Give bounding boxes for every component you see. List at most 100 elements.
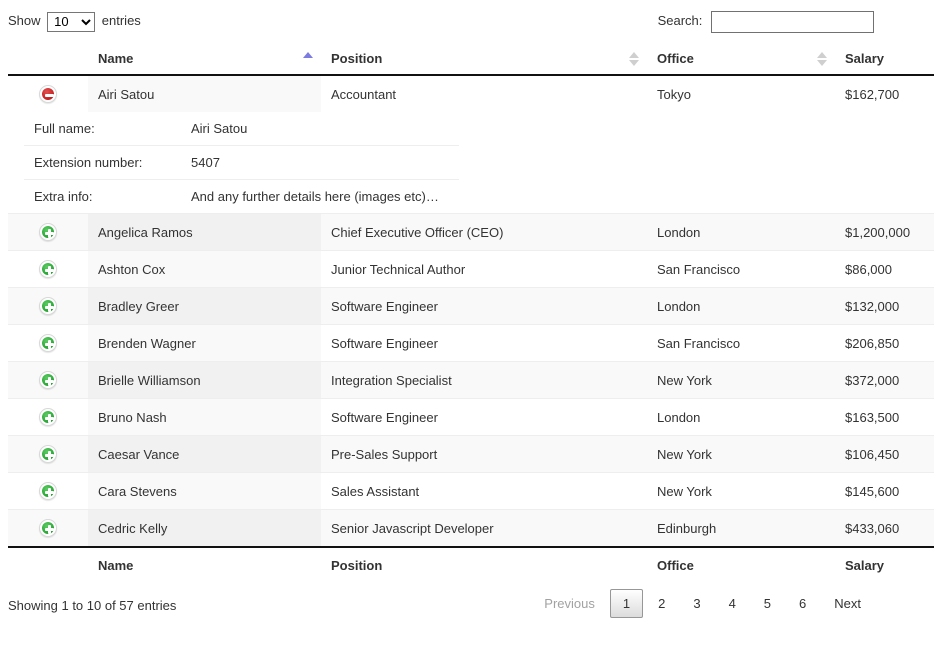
cell-office: New York [647, 435, 835, 472]
column-header-name-label: Name [98, 51, 134, 66]
cell-salary: $86,000 [835, 250, 934, 287]
footer-cell-control [8, 546, 88, 581]
footer-cell-office: Office [647, 546, 835, 581]
cell-office: Tokyo [647, 76, 835, 112]
row-expand-toggle[interactable] [8, 509, 88, 546]
table-row[interactable]: Angelica Ramos Chief Executive Officer (C… [8, 213, 934, 250]
pagination-page-3[interactable]: 3 [680, 589, 713, 618]
sort-ascending-icon [303, 51, 313, 66]
pagination: Previous 1 2 3 4 5 6 Next [529, 589, 874, 618]
cell-office: New York [647, 361, 835, 398]
cell-salary: $1,200,000 [835, 213, 934, 250]
row-expand-toggle[interactable] [8, 398, 88, 435]
cell-name: Bruno Nash [88, 398, 321, 435]
detail-value: 5407 [179, 146, 459, 180]
detail-value: Airi Satou [179, 112, 459, 146]
column-header-control[interactable] [8, 43, 88, 76]
pagination-previous[interactable]: Previous [531, 589, 608, 618]
footer-cell-salary: Salary [835, 546, 934, 581]
pagination-page-6[interactable]: 6 [786, 589, 819, 618]
detail-row-item: Extra info: And any further details here … [24, 180, 459, 213]
sort-both-icon [629, 51, 639, 66]
column-header-position[interactable]: Position [321, 43, 647, 76]
row-expand-toggle[interactable] [8, 435, 88, 472]
expand-icon[interactable] [39, 482, 57, 500]
row-expand-toggle[interactable] [8, 324, 88, 361]
pagination-next[interactable]: Next [821, 589, 874, 618]
table-row[interactable]: Caesar Vance Pre-Sales Support New York $10… [8, 435, 934, 472]
cell-office: London [647, 213, 835, 250]
footer-cell-name: Name [88, 546, 321, 581]
cell-salary: $206,850 [835, 324, 934, 361]
table-row[interactable]: Airi Satou Accountant Tokyo $162,700 [8, 76, 934, 112]
table-row[interactable]: Cara Stevens Sales Assistant New York $145,… [8, 472, 934, 509]
column-header-office[interactable]: Office [647, 43, 835, 76]
child-detail-row: Full name: Airi Satou Extension number: 540… [8, 112, 934, 213]
cell-salary: $106,450 [835, 435, 934, 472]
row-expand-toggle[interactable] [8, 250, 88, 287]
detail-label: Extension number: [24, 146, 179, 180]
search-input[interactable] [711, 10, 874, 33]
page-length-select[interactable]: 102550100 [47, 11, 96, 32]
pagination-page-5[interactable]: 5 [751, 589, 784, 618]
expand-icon[interactable] [39, 297, 57, 315]
expand-icon[interactable] [39, 260, 57, 278]
expand-icon[interactable] [39, 371, 57, 389]
column-header-salary[interactable]: Salary [835, 43, 934, 76]
table-row[interactable]: Cedric Kelly Senior Javascript Developer E… [8, 509, 934, 546]
pagination-page-1[interactable]: 1 [609, 589, 644, 618]
expand-icon[interactable] [39, 519, 57, 537]
table-info: Showing 1 to 10 of 57 entries [8, 598, 177, 613]
cell-name: Caesar Vance [88, 435, 321, 472]
cell-office: London [647, 287, 835, 324]
collapse-icon[interactable] [39, 85, 57, 103]
cell-name: Brenden Wagner [88, 324, 321, 361]
cell-position: Sales Assistant [321, 472, 647, 509]
table-row[interactable]: Brielle Williamson Integration Specialist… [8, 361, 934, 398]
expand-icon[interactable] [39, 334, 57, 352]
cell-position: Software Engineer [321, 398, 647, 435]
table-controls-bar: Show 102550100 entries Search: [8, 10, 874, 36]
cell-office: Edinburgh [647, 509, 835, 546]
column-header-office-label: Office [657, 51, 694, 66]
child-detail-cell: Full name: Airi Satou Extension number: 540… [8, 112, 934, 213]
cell-salary: $372,000 [835, 361, 934, 398]
table-bottom-bar: Showing 1 to 10 of 57 entries Previous 1 2… [8, 589, 874, 629]
cell-position: Software Engineer [321, 324, 647, 361]
cell-office: San Francisco [647, 250, 835, 287]
cell-position: Software Engineer [321, 287, 647, 324]
cell-name: Brielle Williamson [88, 361, 321, 398]
cell-name: Angelica Ramos [88, 213, 321, 250]
cell-name: Cara Stevens [88, 472, 321, 509]
table-body: Airi Satou Accountant Tokyo $162,700 Full na… [8, 76, 934, 546]
table-head: Name Position Office Salary [8, 43, 934, 76]
table-row[interactable]: Ashton Cox Junior Technical Author San Fra… [8, 250, 934, 287]
expand-icon[interactable] [39, 445, 57, 463]
row-expand-toggle[interactable] [8, 472, 88, 509]
detail-row-item: Full name: Airi Satou [24, 112, 459, 146]
expand-icon[interactable] [39, 408, 57, 426]
pagination-page-2[interactable]: 2 [645, 589, 678, 618]
sort-both-icon [817, 51, 827, 66]
cell-salary: $145,600 [835, 472, 934, 509]
cell-position: Accountant [321, 76, 647, 112]
cell-name: Ashton Cox [88, 250, 321, 287]
row-expand-toggle[interactable] [8, 76, 88, 112]
datatable-wrapper: Show 102550100 entries Search: Name Posi… [8, 0, 934, 629]
table-row[interactable]: Brenden Wagner Software Engineer San Franc… [8, 324, 934, 361]
table-row[interactable]: Bruno Nash Software Engineer London $163,50… [8, 398, 934, 435]
column-header-position-label: Position [331, 51, 383, 66]
cell-position: Senior Javascript Developer [321, 509, 647, 546]
row-expand-toggle[interactable] [8, 213, 88, 250]
table-row[interactable]: Bradley Greer Software Engineer London $132… [8, 287, 934, 324]
pagination-page-4[interactable]: 4 [716, 589, 749, 618]
show-label: Show [8, 13, 41, 28]
expand-icon[interactable] [39, 223, 57, 241]
row-expand-toggle[interactable] [8, 361, 88, 398]
cell-position: Junior Technical Author [321, 250, 647, 287]
row-expand-toggle[interactable] [8, 287, 88, 324]
cell-salary: $162,700 [835, 76, 934, 112]
cell-name: Cedric Kelly [88, 509, 321, 546]
column-header-name[interactable]: Name [88, 43, 321, 76]
child-detail-table: Full name: Airi Satou Extension number: 540… [24, 112, 459, 213]
